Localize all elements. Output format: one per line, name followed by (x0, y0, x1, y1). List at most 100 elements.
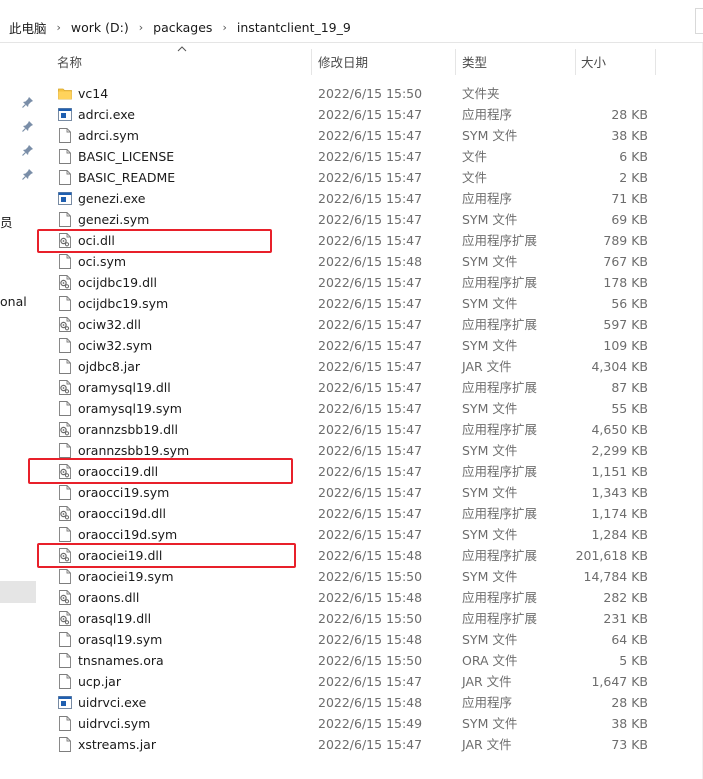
exe-icon (58, 192, 72, 205)
highlight-box-oraociei19-dll (37, 543, 296, 568)
file-date: 2022/6/15 15:47 (318, 107, 423, 122)
file-icon (59, 443, 71, 458)
search-box-edge[interactable] (695, 8, 703, 34)
file-name: xstreams.jar (78, 737, 156, 752)
file-date: 2022/6/15 15:47 (318, 401, 423, 416)
pin-icon[interactable] (22, 120, 34, 132)
file-name: oraons.dll (78, 590, 140, 605)
pin-icon[interactable] (22, 96, 34, 108)
file-size: 38 KB (611, 128, 648, 143)
breadcrumb: 此电脑 › work (D:) › packages › instantclie… (8, 18, 352, 37)
file-date: 2022/6/15 15:50 (318, 611, 423, 626)
highlight-box-oraocci19-dll (28, 458, 293, 484)
file-row[interactable]: ocijdbc19.dll 2022/6/15 15:47 应用程序扩展 178 KB (52, 272, 703, 293)
file-row[interactable]: uidrvci.sym 2022/6/15 15:49 SYM 文件 38 KB (52, 713, 703, 734)
file-type: JAR 文件 (462, 674, 512, 689)
file-name: oraocci19d.dll (78, 506, 167, 521)
file-type: 文件 (462, 149, 488, 164)
file-row[interactable]: xstreams.jar 2022/6/15 15:47 JAR 文件 73 KB (52, 734, 703, 755)
pin-icon[interactable] (22, 168, 34, 180)
breadcrumb-current-folder[interactable]: instantclient_19_9 (236, 20, 352, 35)
file-name: BASIC_LICENSE (78, 149, 175, 164)
file-row[interactable]: oraociei19.sym 2022/6/15 15:50 SYM 文件 14,78… (52, 566, 703, 587)
column-header-date[interactable]: 修改日期 (312, 43, 456, 80)
address-bar[interactable]: 此电脑 › work (D:) › packages › instantclie… (0, 0, 703, 43)
file-type: SYM 文件 (462, 212, 518, 227)
file-row[interactable]: orasql19.dll 2022/6/15 15:50 应用程序扩展 231 KB (52, 608, 703, 629)
breadcrumb-this-pc[interactable]: 此电脑 (8, 18, 48, 37)
file-name: ociw32.sym (78, 338, 153, 353)
breadcrumb-packages[interactable]: packages (152, 20, 213, 35)
file-row[interactable]: adrci.sym 2022/6/15 15:47 SYM 文件 38 KB (52, 125, 703, 146)
column-header-size[interactable]: 大小 (576, 43, 656, 80)
file-size: 201,618 KB (575, 548, 648, 563)
file-type: SYM 文件 (462, 485, 518, 500)
file-name: genezi.sym (78, 212, 150, 227)
file-row[interactable]: ojdbc8.jar 2022/6/15 15:47 JAR 文件 4,304 KB (52, 356, 703, 377)
file-row[interactable]: uidrvci.exe 2022/6/15 15:48 应用程序 28 KB (52, 692, 703, 713)
file-size: 4,304 KB (591, 359, 648, 374)
file-type: JAR 文件 (462, 359, 512, 374)
file-icon (59, 401, 71, 416)
chevron-right-icon[interactable]: › (139, 21, 143, 34)
nav-item-partial[interactable]: onal (0, 294, 27, 309)
column-header: 名称 修改日期 类型 大小 (52, 43, 703, 80)
file-size: 1,151 KB (591, 464, 648, 479)
file-size: 109 KB (603, 338, 648, 353)
file-row[interactable]: oramysql19.sym 2022/6/15 15:47 SYM 文件 55 KB (52, 398, 703, 419)
file-icon (59, 716, 71, 731)
file-row[interactable]: orannzsbb19.dll 2022/6/15 15:47 应用程序扩展 4,65… (52, 419, 703, 440)
file-size: 1,343 KB (591, 485, 648, 500)
file-size: 56 KB (611, 296, 648, 311)
file-row[interactable]: genezi.sym 2022/6/15 15:47 SYM 文件 69 KB (52, 209, 703, 230)
file-size: 597 KB (603, 317, 648, 332)
file-row[interactable]: BASIC_LICENSE 2022/6/15 15:47 文件 6 KB (52, 146, 703, 167)
pin-icon[interactable] (22, 144, 34, 156)
file-row[interactable]: ocijdbc19.sym 2022/6/15 15:47 SYM 文件 56 KB (52, 293, 703, 314)
file-icon (59, 338, 71, 353)
file-row[interactable]: tnsnames.ora 2022/6/15 15:50 ORA 文件 5 KB (52, 650, 703, 671)
file-row[interactable]: genezi.exe 2022/6/15 15:47 应用程序 71 KB (52, 188, 703, 209)
file-row[interactable]: ociw32.dll 2022/6/15 15:47 应用程序扩展 597 KB (52, 314, 703, 335)
file-size: 73 KB (611, 737, 648, 752)
chevron-right-icon[interactable]: › (222, 21, 226, 34)
file-date: 2022/6/15 15:47 (318, 275, 423, 290)
file-row[interactable]: oraocci19.sym 2022/6/15 15:47 SYM 文件 1,343 … (52, 482, 703, 503)
file-date: 2022/6/15 15:47 (318, 149, 423, 164)
file-name: uidrvci.exe (78, 695, 147, 710)
file-row[interactable]: BASIC_README 2022/6/15 15:47 文件 2 KB (52, 167, 703, 188)
file-date: 2022/6/15 15:47 (318, 233, 423, 248)
file-row[interactable]: orasql19.sym 2022/6/15 15:48 SYM 文件 64 KB (52, 629, 703, 650)
file-size: 6 KB (619, 149, 648, 164)
column-header-type[interactable]: 类型 (456, 43, 576, 80)
file-size (552, 83, 648, 104)
file-type: SYM 文件 (462, 128, 518, 143)
file-date: 2022/6/15 15:47 (318, 506, 423, 521)
file-row[interactable]: oramysql19.dll 2022/6/15 15:47 应用程序扩展 87 KB (52, 377, 703, 398)
file-size: 178 KB (603, 275, 648, 290)
column-header-date-label: 修改日期 (318, 55, 369, 70)
file-row[interactable]: oraocci19d.sym 2022/6/15 15:47 SYM 文件 1,284… (52, 524, 703, 545)
file-name: orasql19.sym (78, 632, 163, 647)
column-header-name[interactable]: 名称 (52, 43, 312, 80)
chevron-right-icon[interactable]: › (57, 21, 61, 34)
file-date: 2022/6/15 15:47 (318, 359, 423, 374)
file-name: adrci.exe (78, 107, 135, 122)
file-row[interactable]: vc14 2022/6/15 15:50 文件夹 (52, 83, 703, 104)
file-row[interactable]: oci.sym 2022/6/15 15:48 SYM 文件 767 KB (52, 251, 703, 272)
file-name: genezi.exe (78, 191, 146, 206)
breadcrumb-drive[interactable]: work (D:) (70, 20, 130, 35)
file-row[interactable]: oraocci19d.dll 2022/6/15 15:47 应用程序扩展 1,174… (52, 503, 703, 524)
file-type: 文件 (462, 170, 488, 185)
file-row[interactable]: adrci.exe 2022/6/15 15:47 应用程序 28 KB (52, 104, 703, 125)
dll-gear-icon (59, 380, 71, 395)
file-row[interactable]: ociw32.sym 2022/6/15 15:47 SYM 文件 109 KB (52, 335, 703, 356)
file-type: 应用程序扩展 (462, 233, 538, 248)
nav-item-partial[interactable]: 员 (0, 212, 13, 231)
file-name: oramysql19.sym (78, 401, 182, 416)
file-size: 282 KB (603, 590, 648, 605)
file-row[interactable]: ucp.jar 2022/6/15 15:47 JAR 文件 1,647 KB (52, 671, 703, 692)
nav-item-selected[interactable] (0, 581, 36, 603)
file-name: oraociei19.sym (78, 569, 174, 584)
file-row[interactable]: oraons.dll 2022/6/15 15:48 应用程序扩展 282 KB (52, 587, 703, 608)
